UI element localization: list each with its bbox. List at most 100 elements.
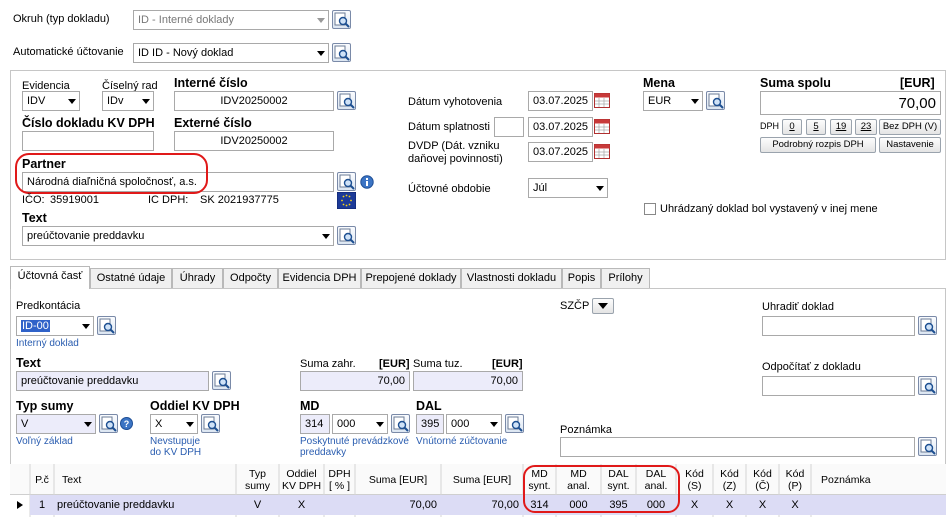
uhradit-doklad-search-button[interactable] xyxy=(918,316,937,335)
uctovne-obdobie-label: Účtovné obdobie xyxy=(408,183,491,195)
dal-link[interactable]: Vnútorné zúčtovanie xyxy=(416,436,507,447)
help-icon[interactable]: ? xyxy=(120,417,133,430)
calendar-icon[interactable] xyxy=(594,93,610,108)
eu-flag-icon[interactable] xyxy=(337,192,356,209)
text-select[interactable]: preúčtovanie preddavku xyxy=(22,226,334,246)
md-synt-input[interactable]: 314 xyxy=(300,414,330,434)
suma-tuz-input[interactable]: 70,00 xyxy=(413,371,523,391)
col-header-suma-1[interactable]: Suma [EUR] xyxy=(355,474,441,486)
col-header-dph[interactable]: DPH[ % ] xyxy=(324,468,355,492)
col-header-ks-1: Kód xyxy=(685,468,704,480)
uctovne-obdobie-select[interactable]: Júl xyxy=(528,178,608,198)
md-search-button[interactable] xyxy=(391,414,410,433)
podrobny-rozpis-dph-button[interactable]: Podrobný rozpis DPH xyxy=(760,137,876,153)
okruh-search-button[interactable] xyxy=(332,10,351,29)
predkontacia-link[interactable]: Interný doklad xyxy=(16,338,79,349)
chevron-down-icon xyxy=(186,422,194,427)
tab-evidencia-dph[interactable]: Evidencia DPH xyxy=(278,268,361,288)
dal-search-button[interactable] xyxy=(505,414,524,433)
col-header-pc[interactable]: P.č xyxy=(30,474,54,486)
interne-cislo-input[interactable]: IDV20250002 xyxy=(174,91,334,111)
typ-sumy-search-button[interactable] xyxy=(99,414,118,433)
evidencia-select[interactable]: IDV xyxy=(22,91,80,111)
auto-uctovanie-select[interactable]: ID ID - Nový doklad xyxy=(133,43,329,63)
szcp-dropdown-button[interactable] xyxy=(592,298,614,314)
odpocitat-search-button[interactable] xyxy=(918,376,937,395)
col-header-kod-p[interactable]: Kód (P) xyxy=(779,468,811,492)
uhradzany-checkbox[interactable] xyxy=(644,203,656,215)
md-link-1[interactable]: Poskytnuté prevádzkové xyxy=(300,436,409,447)
poznamka-search-button[interactable] xyxy=(918,437,937,456)
col-header-oddiel-2: KV DPH xyxy=(281,480,322,492)
splatnost-dni-input[interactable] xyxy=(494,117,524,137)
suma-zahr-input[interactable]: 70,00 xyxy=(300,371,410,391)
typ-sumy-select[interactable]: V xyxy=(16,414,96,434)
typ-sumy-link[interactable]: Voľný základ xyxy=(16,436,73,447)
tab-uctovna-cast[interactable]: Účtovná časť xyxy=(10,266,90,289)
tab-odpocty[interactable]: Odpočty xyxy=(223,268,278,288)
externe-cislo-input[interactable]: IDV20250002 xyxy=(174,131,334,151)
tab-ostatne-udaje[interactable]: Ostatné údaje xyxy=(90,268,172,288)
mena-search-button[interactable] xyxy=(706,91,725,110)
ucto-text-input[interactable]: preúčtovanie preddavku xyxy=(16,371,209,391)
tab-prepojene-doklady[interactable]: Prepojené doklady xyxy=(361,268,461,288)
dph-23-button[interactable]: 23 xyxy=(855,119,877,135)
col-header-oddiel[interactable]: Oddiel KV DPH xyxy=(279,468,324,492)
chevron-down-icon xyxy=(490,422,498,427)
chevron-down-icon xyxy=(84,422,92,427)
chevron-down-icon xyxy=(691,99,699,104)
predkontacia-search-button[interactable] xyxy=(97,316,116,335)
info-icon[interactable] xyxy=(360,175,374,189)
row-oddiel: X xyxy=(297,499,306,511)
dal-anal-select[interactable]: 000 xyxy=(446,414,502,434)
oddiel-kv-select[interactable]: X xyxy=(150,414,198,434)
bez-dph-button[interactable]: Bez DPH (V) xyxy=(879,119,941,135)
uhradit-doklad-input[interactable] xyxy=(762,316,915,336)
md-link-2[interactable]: preddavky xyxy=(300,447,346,458)
dph-5-button[interactable]: 5 xyxy=(806,119,826,135)
ucto-text-search-button[interactable] xyxy=(212,371,231,390)
suma-spolu-input[interactable]: 70,00 xyxy=(760,91,941,115)
poznamka-input[interactable] xyxy=(560,437,915,457)
nastavenie-button[interactable]: Nastavenie xyxy=(879,137,941,153)
calendar-icon[interactable] xyxy=(594,144,610,159)
col-header-text[interactable]: Text xyxy=(62,474,81,486)
partner-search-button[interactable] xyxy=(337,172,356,191)
col-header-kod-s[interactable]: Kód (S) xyxy=(676,468,713,492)
oddiel-kv-link-1[interactable]: Nevstupuje xyxy=(150,436,200,447)
tab-popis[interactable]: Popis xyxy=(562,268,601,288)
uhradzany-label: Uhrádzaný doklad bol vystavený v inej me… xyxy=(660,203,878,215)
okruh-label: Okruh (typ dokladu) xyxy=(13,13,110,25)
col-header-poznamka[interactable]: Poznámka xyxy=(821,474,871,486)
row-pc: 1 xyxy=(38,499,46,511)
datum-splatnosti-input[interactable]: 03.07.2025 xyxy=(528,117,593,137)
kv-dph-input[interactable] xyxy=(22,131,154,151)
szcp-label: SZČP xyxy=(560,300,590,312)
search-icon xyxy=(708,93,724,109)
ciselny-rad-select[interactable]: IDv xyxy=(102,91,154,111)
calendar-icon[interactable] xyxy=(594,119,610,134)
col-header-typ-sumy[interactable]: Typ sumy xyxy=(236,468,279,492)
dph-19-button[interactable]: 19 xyxy=(830,119,852,135)
col-header-kod-c[interactable]: Kód (Č) xyxy=(746,468,779,492)
interne-cislo-search-button[interactable] xyxy=(337,91,356,110)
tab-vlastnosti-dokladu[interactable]: Vlastnosti dokladu xyxy=(461,268,562,288)
oddiel-kv-search-button[interactable] xyxy=(201,414,220,433)
col-header-suma-2[interactable]: Suma [EUR] xyxy=(441,474,523,486)
dph-0-button[interactable]: 0 xyxy=(782,119,802,135)
auto-uctovanie-search-button[interactable] xyxy=(332,43,351,62)
text-search-button[interactable] xyxy=(337,226,356,245)
mena-select[interactable]: EUR xyxy=(643,91,703,111)
col-header-dph-2: [ % ] xyxy=(328,480,350,492)
datum-vyhotovenia-input[interactable]: 03.07.2025 xyxy=(528,91,593,111)
col-header-kod-z[interactable]: Kód (Z) xyxy=(713,468,746,492)
dvdp-input[interactable]: 03.07.2025 xyxy=(528,142,593,162)
md-anal-select[interactable]: 000 xyxy=(332,414,388,434)
okruh-select[interactable]: ID - Interné doklady xyxy=(133,10,329,30)
dal-synt-input[interactable]: 395 xyxy=(416,414,444,434)
oddiel-kv-link-2[interactable]: do KV DPH xyxy=(150,447,201,458)
tab-uhrady[interactable]: Úhrady xyxy=(172,268,223,288)
tab-prilohy[interactable]: Prílohy xyxy=(601,268,650,288)
predkontacia-select[interactable]: ID-00 xyxy=(16,316,94,336)
odpocitat-input[interactable] xyxy=(762,376,915,396)
